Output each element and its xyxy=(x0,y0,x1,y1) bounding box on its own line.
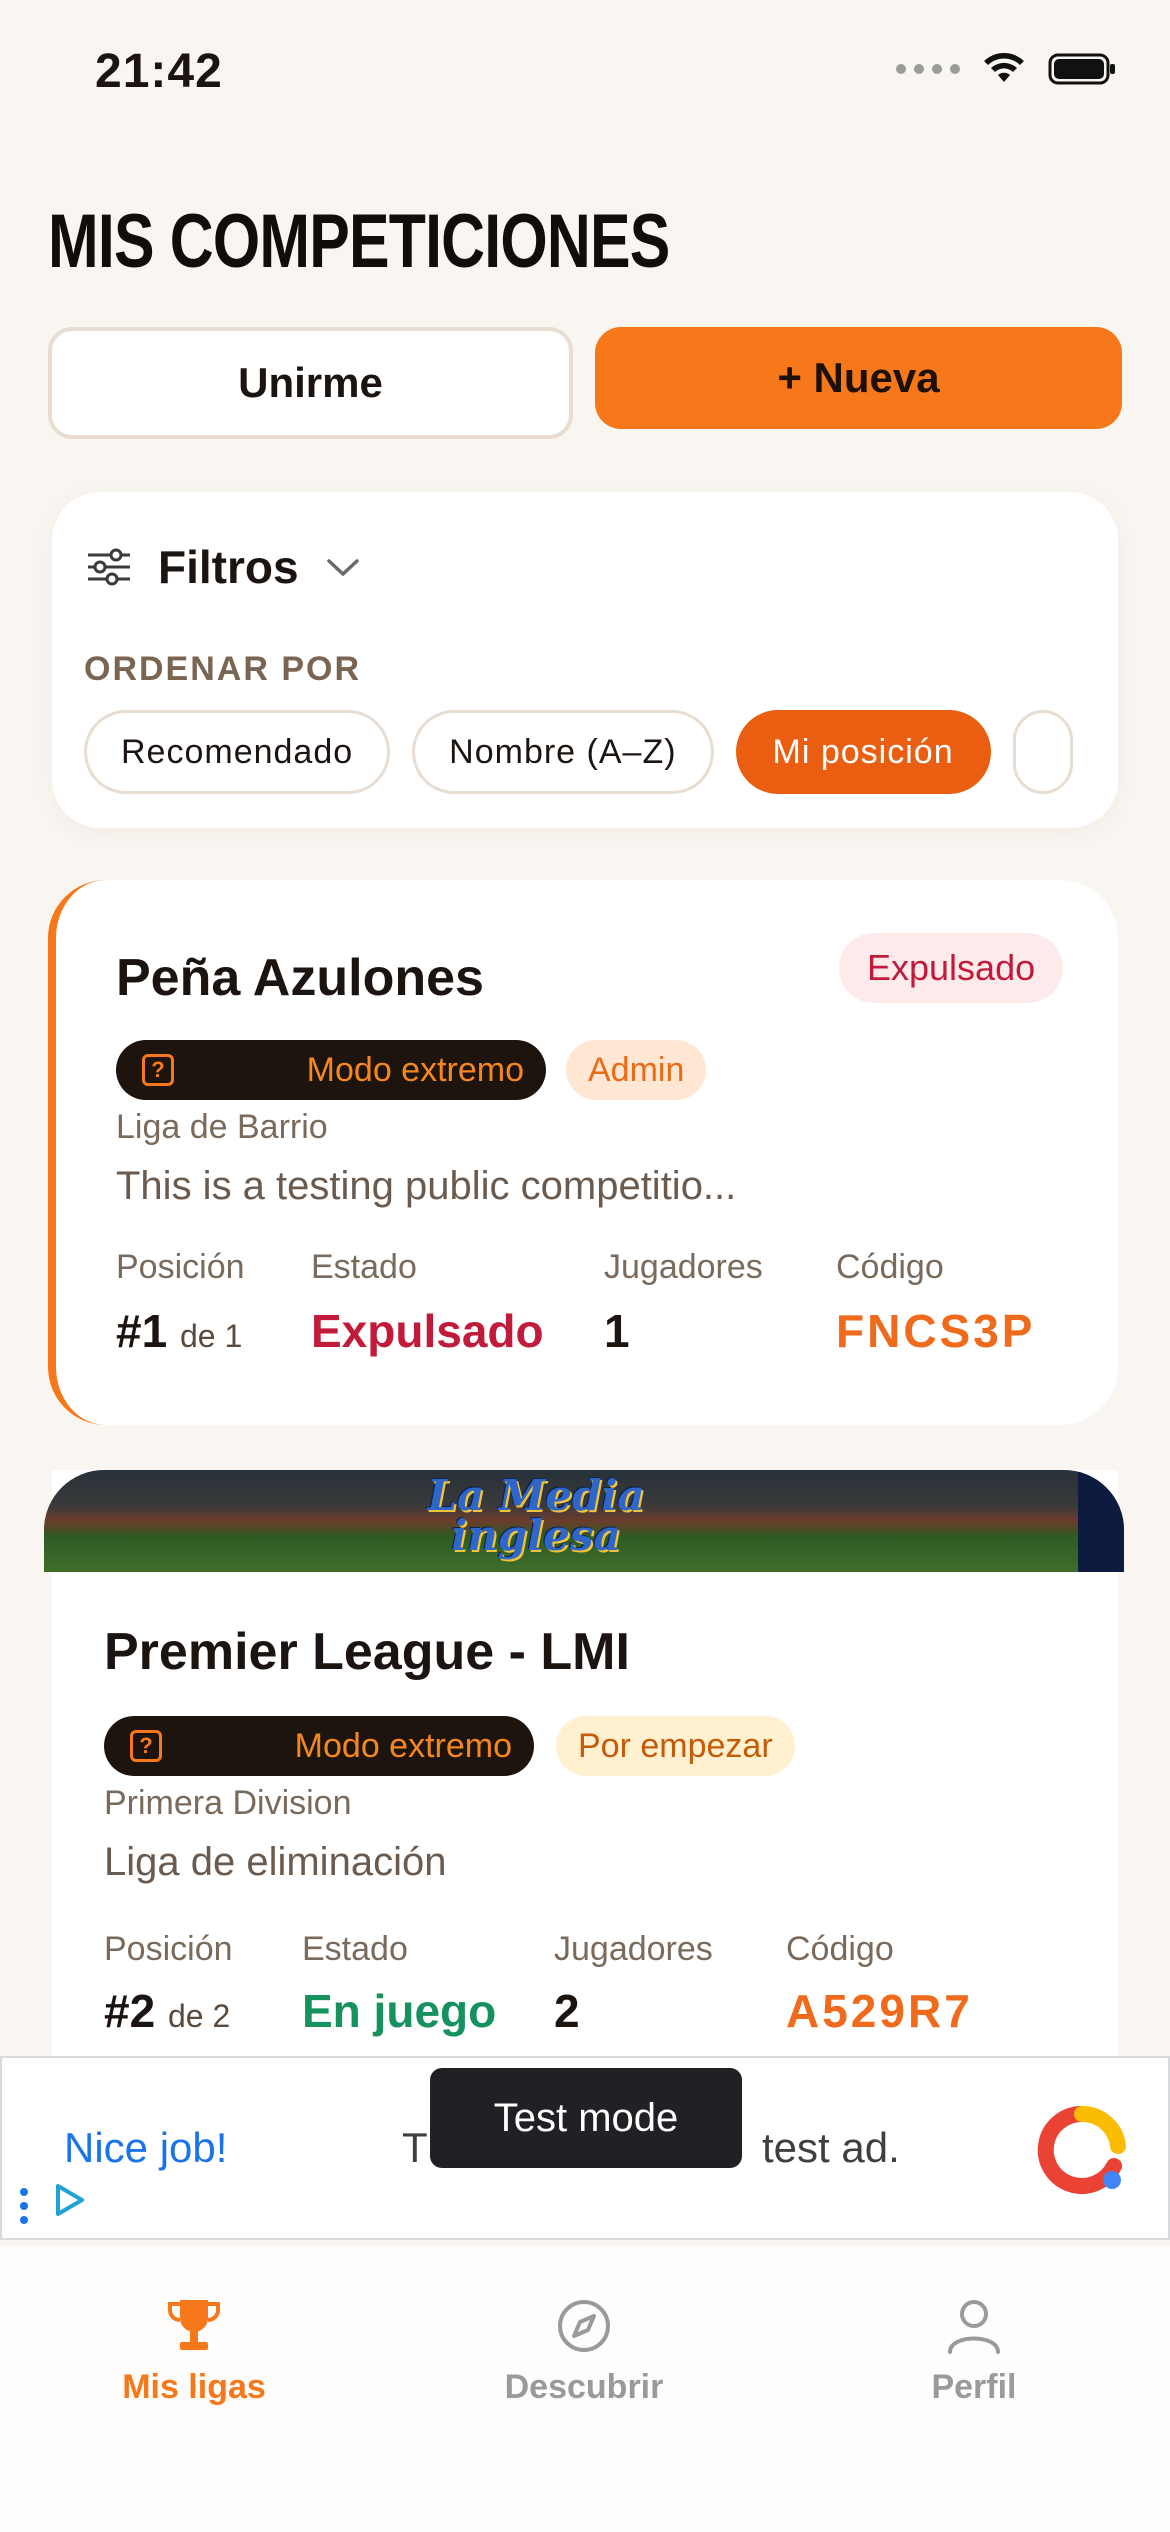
competition-description: This is a testing public competitio... xyxy=(116,1164,737,1208)
banner-edge xyxy=(1078,1470,1124,1572)
person-icon xyxy=(948,2300,1000,2354)
position-label: Posición xyxy=(116,1248,245,1286)
mode-label: Modo extremo xyxy=(306,1050,524,1089)
tab-profile[interactable]: Perfil xyxy=(824,2294,1124,2407)
players-value: 2 xyxy=(554,1985,580,2037)
league-name: Liga de Barrio xyxy=(116,1108,328,1146)
mode-label: Modo extremo xyxy=(294,1726,512,1765)
position-total: de 1 xyxy=(179,1318,243,1354)
ad-banner[interactable]: Nice job! T test ad. Test mode xyxy=(0,2056,1170,2240)
join-button[interactable]: Unirme xyxy=(48,327,573,439)
page-title: MIS COMPETICIONES xyxy=(48,199,670,284)
mode-pill: ? Modo extremo xyxy=(104,1716,534,1776)
chip-name-az[interactable]: Nombre (A–Z) xyxy=(412,710,714,794)
position-total: de 2 xyxy=(167,1998,231,2034)
status-time: 21:42 xyxy=(95,45,223,98)
order-by-label: ORDENAR POR xyxy=(84,650,362,688)
ad-text-end: test ad. xyxy=(762,2124,900,2171)
position-value: #2 de 2 xyxy=(104,1984,230,2038)
cellular-signal-icon xyxy=(896,64,960,74)
code-value: A529R7 xyxy=(786,1985,973,2037)
chip-more[interactable] xyxy=(1012,710,1073,794)
chip-recommended[interactable]: Recomendado xyxy=(84,710,391,794)
filters-title: Filtros xyxy=(158,541,299,593)
chevron-down-icon xyxy=(326,559,359,577)
competition-description: Liga de eliminación xyxy=(104,1840,447,1884)
league-name: Primera Division xyxy=(104,1784,352,1822)
state-label: Estado xyxy=(311,1248,417,1286)
competition-banner-image: La Media inglesa xyxy=(44,1470,1124,1572)
sort-chips: Recomendado Nombre (A–Z) Mi posición xyxy=(84,710,1073,794)
position-rank: #2 xyxy=(104,1985,156,2037)
competition-name: Peña Azulones xyxy=(116,949,484,1007)
players-label: Jugadores xyxy=(554,1930,713,1968)
status-indicators xyxy=(896,52,1118,86)
code-value: FNCS3P xyxy=(836,1305,1036,1357)
question-icon: ? xyxy=(130,1730,162,1762)
role-tag: Admin xyxy=(566,1040,707,1100)
code-label: Código xyxy=(786,1930,894,1968)
filters-panel: Filtros ORDENAR POR Recomendado Nombre (… xyxy=(52,492,1118,828)
chip-my-position[interactable]: Mi posición xyxy=(735,710,991,794)
status-tag: Por empezar xyxy=(556,1716,795,1776)
app-screen: 21:42 MIS COMPETICIONES Unirme + Nueva F… xyxy=(0,0,1170,2532)
tab-my-leagues[interactable]: Mis ligas xyxy=(44,2294,344,2407)
filters-toggle[interactable]: Filtros xyxy=(86,540,361,594)
ad-brand-logo-icon xyxy=(1037,2105,1126,2194)
sliders-icon xyxy=(88,548,130,586)
tab-label: Descubrir xyxy=(504,2368,664,2406)
ad-headline: Nice job! xyxy=(64,2124,228,2171)
tab-label: Perfil xyxy=(931,2368,1017,2406)
wifi-icon xyxy=(984,53,1024,82)
competition-name: Premier League - LMI xyxy=(104,1623,630,1681)
ad-choices-icon[interactable] xyxy=(52,2182,88,2218)
state-value: En juego xyxy=(302,1985,497,2037)
state-value: Expulsado xyxy=(311,1305,544,1357)
trophy-icon xyxy=(168,2300,220,2350)
battery-icon xyxy=(1048,53,1115,85)
code-label: Código xyxy=(836,1248,944,1286)
tab-discover[interactable]: Descubrir xyxy=(434,2294,734,2407)
new-competition-button[interactable]: + Nueva xyxy=(595,327,1122,429)
tab-bar: Mis ligas Descubrir Perfil xyxy=(0,2246,1170,2532)
position-value: #1 de 1 xyxy=(116,1304,242,1358)
ad-options-icon[interactable] xyxy=(20,2188,28,2224)
competition-card[interactable]: Peña Azulones Expulsado ? Modo extremo A… xyxy=(48,880,1118,1425)
mode-pill: ? Modo extremo xyxy=(116,1040,546,1100)
question-icon: ? xyxy=(142,1054,174,1086)
ad-text-start: T xyxy=(402,2124,428,2171)
players-label: Jugadores xyxy=(604,1248,763,1286)
status-badge: Expulsado xyxy=(839,933,1064,1003)
players-value: 1 xyxy=(604,1305,630,1357)
position-label: Posición xyxy=(104,1930,233,1968)
state-label: Estado xyxy=(302,1930,408,1968)
league-logo: La Media inglesa xyxy=(427,1471,645,1560)
tab-label: Mis ligas xyxy=(122,2368,266,2406)
position-rank: #1 xyxy=(116,1305,168,1357)
compass-icon xyxy=(558,2300,610,2352)
test-mode-toast: Test mode xyxy=(430,2068,742,2168)
